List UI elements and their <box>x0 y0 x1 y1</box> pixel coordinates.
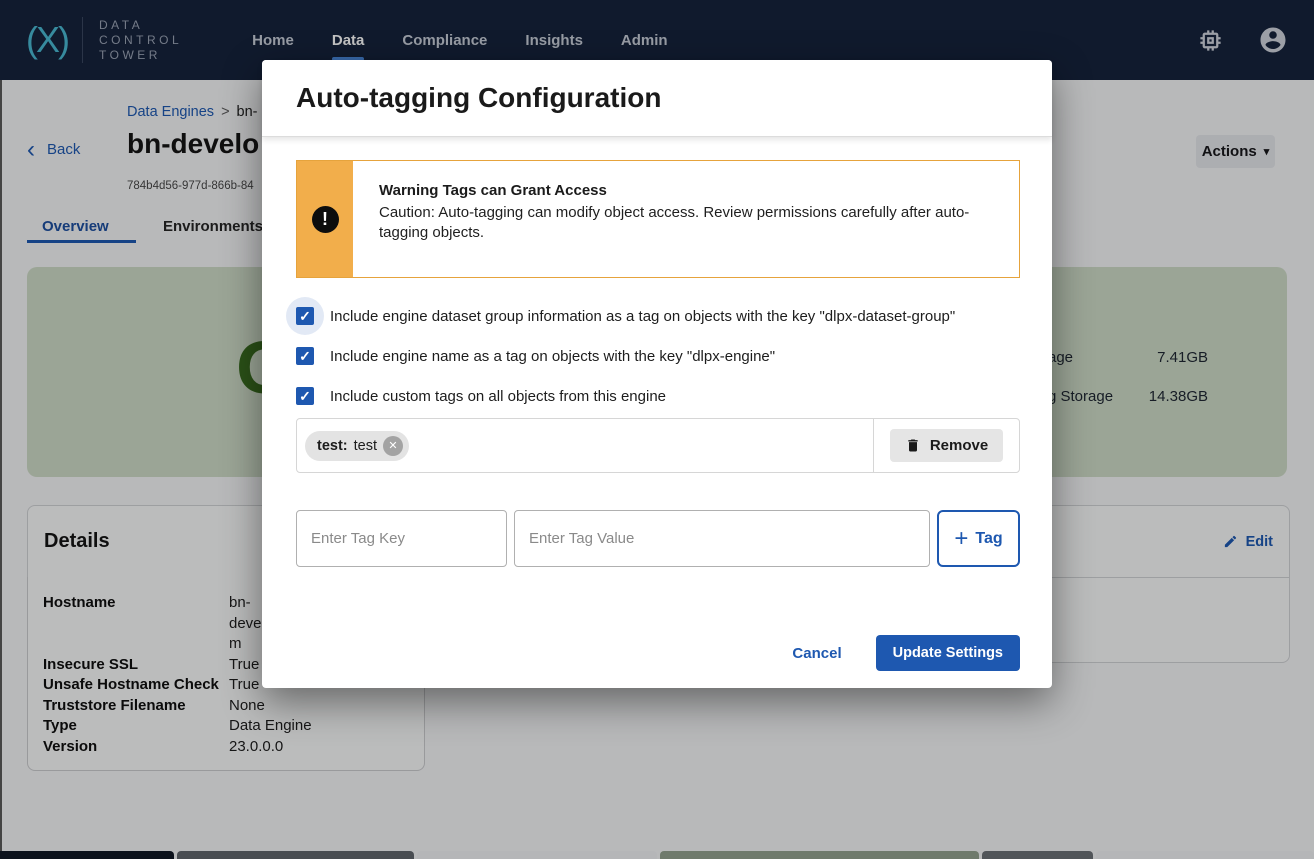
modal-header: Auto-tagging Configuration <box>262 60 1052 137</box>
add-tag-form: Tag <box>296 510 1020 567</box>
checkbox-row-custom-tags: Include custom tags on all objects from … <box>296 376 1020 416</box>
checkbox-label: Include engine dataset group information… <box>330 308 955 325</box>
add-tag-button[interactable]: Tag <box>937 510 1020 567</box>
tag-chip-value: test <box>354 438 377 454</box>
checkbox-group: Include engine dataset group information… <box>296 296 1020 416</box>
checkbox-row-dataset-group: Include engine dataset group information… <box>296 296 1020 336</box>
checkbox-row-engine-name: Include engine name as a tag on objects … <box>296 336 1020 376</box>
warning-exclamation-icon <box>312 206 339 233</box>
tag-chip[interactable]: test: test <box>305 431 409 461</box>
plus-icon <box>954 529 968 549</box>
warning-banner: Warning Tags can Grant Access Caution: A… <box>296 160 1020 278</box>
warning-body: Caution: Auto-tagging can modify object … <box>379 203 995 243</box>
checkbox-wrap <box>296 387 314 405</box>
remove-cell: Remove <box>873 419 1019 472</box>
modal-title: Auto-tagging Configuration <box>296 82 661 114</box>
tag-key-input[interactable] <box>296 510 507 567</box>
warning-text: Warning Tags can Grant Access Caution: A… <box>353 161 1019 277</box>
remove-label: Remove <box>930 437 988 454</box>
trash-icon <box>905 437 921 454</box>
custom-tags-container: test: test Remove <box>296 418 1020 473</box>
modal-body: Warning Tags can Grant Access Caution: A… <box>262 137 1052 671</box>
engine-name-checkbox[interactable] <box>296 347 314 365</box>
update-settings-button[interactable]: Update Settings <box>876 635 1020 671</box>
cancel-button[interactable]: Cancel <box>792 645 841 662</box>
checkbox-label: Include engine name as a tag on objects … <box>330 348 775 365</box>
dataset-group-checkbox[interactable] <box>296 307 314 325</box>
chip-close-icon[interactable] <box>383 436 403 456</box>
custom-tags-checkbox[interactable] <box>296 387 314 405</box>
warning-strip <box>297 161 353 277</box>
tag-chip-key: test: <box>317 438 348 454</box>
auto-tagging-modal: Auto-tagging Configuration Warning Tags … <box>262 60 1052 688</box>
checkbox-label: Include custom tags on all objects from … <box>330 388 666 405</box>
warning-title: Warning Tags can Grant Access <box>379 182 995 199</box>
tag-chip-area: test: test <box>297 419 873 472</box>
checkbox-wrap <box>296 307 314 325</box>
remove-tag-button[interactable]: Remove <box>890 429 1003 462</box>
tag-value-input[interactable] <box>514 510 930 567</box>
app-window: (X) DATA CONTROL TOWER Home Data Complia… <box>0 0 1314 859</box>
add-tag-label: Tag <box>975 530 1002 548</box>
checkbox-wrap <box>296 347 314 365</box>
modal-footer: Cancel Update Settings <box>296 635 1020 671</box>
